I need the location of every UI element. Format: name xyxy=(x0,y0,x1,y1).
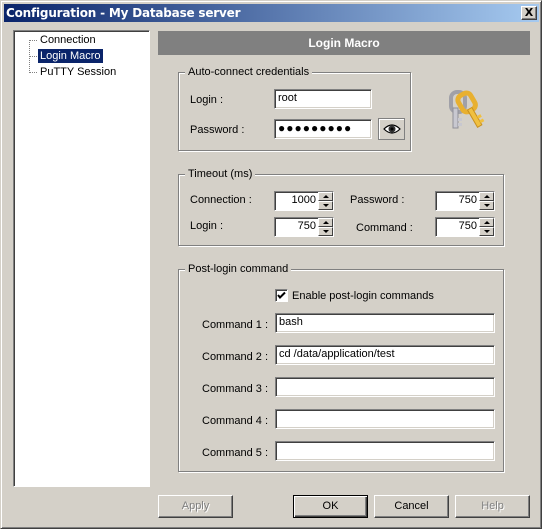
timeout-group-label: Timeout (ms) xyxy=(185,167,256,181)
spin-down-arrow-icon[interactable] xyxy=(318,201,333,210)
timeout-command-label: Command : xyxy=(356,222,413,234)
tree-item-connection[interactable]: Connection xyxy=(38,33,98,47)
tree-item-putty-session[interactable]: PuTTY Session xyxy=(38,65,118,79)
command-4-input[interactable] xyxy=(275,409,495,429)
command-5-input[interactable] xyxy=(275,441,495,461)
spin-down-arrow-icon[interactable] xyxy=(479,201,494,210)
ok-button[interactable]: OK xyxy=(293,495,368,518)
close-button[interactable]: X xyxy=(521,6,537,20)
timeout-command-spinner[interactable]: 750 xyxy=(435,217,495,237)
spin-down-arrow-icon[interactable] xyxy=(479,227,494,236)
spin-up-arrow-icon[interactable] xyxy=(479,218,494,227)
command-4-label: Command 4 : xyxy=(202,415,269,427)
timeout-login-label: Login : xyxy=(190,220,224,232)
timeout-group: Timeout (ms) Connection : 1000 Login : 7… xyxy=(178,167,504,246)
password-input[interactable]: ●●●●●●●●● xyxy=(274,119,372,139)
command-3-label: Command 3 : xyxy=(202,383,269,395)
password-label: Password : xyxy=(190,124,245,136)
page-title: Login Macro xyxy=(158,31,530,55)
enable-post-login-checkbox[interactable] xyxy=(275,289,288,302)
timeout-connection-value[interactable]: 1000 xyxy=(274,191,318,211)
command-1-input[interactable]: bash xyxy=(275,313,495,333)
command-5-label: Command 5 : xyxy=(202,447,269,459)
help-button[interactable]: Help xyxy=(455,495,530,518)
timeout-password-label: Password : xyxy=(350,194,405,206)
tree-connector xyxy=(29,40,37,41)
timeout-connection-spinner[interactable]: 1000 xyxy=(274,191,334,211)
timeout-password-value[interactable]: 750 xyxy=(435,191,479,211)
checkmark-icon xyxy=(277,291,286,299)
keys-icon xyxy=(441,84,491,134)
credentials-group: Auto-connect credentials Login : root Pa… xyxy=(178,65,411,151)
spin-up-arrow-icon[interactable] xyxy=(318,192,333,201)
spin-up-arrow-icon[interactable] xyxy=(318,218,333,227)
command-2-input[interactable]: cd /data/application/test xyxy=(275,345,495,365)
timeout-password-spinner[interactable]: 750 xyxy=(435,191,495,211)
configuration-dialog: Configuration - My Database server X Con… xyxy=(0,0,542,529)
post-login-group-label: Post-login command xyxy=(185,262,292,276)
credentials-group-label: Auto-connect credentials xyxy=(185,65,313,79)
apply-button[interactable]: Apply xyxy=(158,495,233,518)
login-input[interactable]: root xyxy=(274,89,372,109)
login-label: Login : xyxy=(190,94,224,106)
enable-post-login-label[interactable]: Enable post-login commands xyxy=(292,289,434,303)
tree-item-login-macro[interactable]: Login Macro xyxy=(38,49,103,63)
timeout-login-spinner[interactable]: 750 xyxy=(274,217,334,237)
title-bar[interactable]: Configuration - My Database server X xyxy=(4,4,539,22)
close-icon: X xyxy=(524,6,534,19)
settings-tree: Connection Login Macro PuTTY Session xyxy=(13,30,150,487)
eye-icon xyxy=(382,124,401,134)
timeout-command-value[interactable]: 750 xyxy=(435,217,479,237)
command-3-input[interactable] xyxy=(275,377,495,397)
post-login-group: Post-login command Enable post-login com… xyxy=(178,262,504,472)
spin-up-arrow-icon[interactable] xyxy=(479,192,494,201)
cancel-button[interactable]: Cancel xyxy=(374,495,449,518)
command-1-label: Command 1 : xyxy=(202,319,269,331)
spin-down-arrow-icon[interactable] xyxy=(318,227,333,236)
tree-connector xyxy=(29,56,37,57)
tree-connector xyxy=(29,72,37,73)
timeout-connection-label: Connection : xyxy=(190,194,252,206)
command-2-label: Command 2 : xyxy=(202,351,269,363)
window-title: Configuration - My Database server xyxy=(6,6,241,20)
timeout-login-value[interactable]: 750 xyxy=(274,217,318,237)
show-password-button[interactable] xyxy=(378,118,405,140)
